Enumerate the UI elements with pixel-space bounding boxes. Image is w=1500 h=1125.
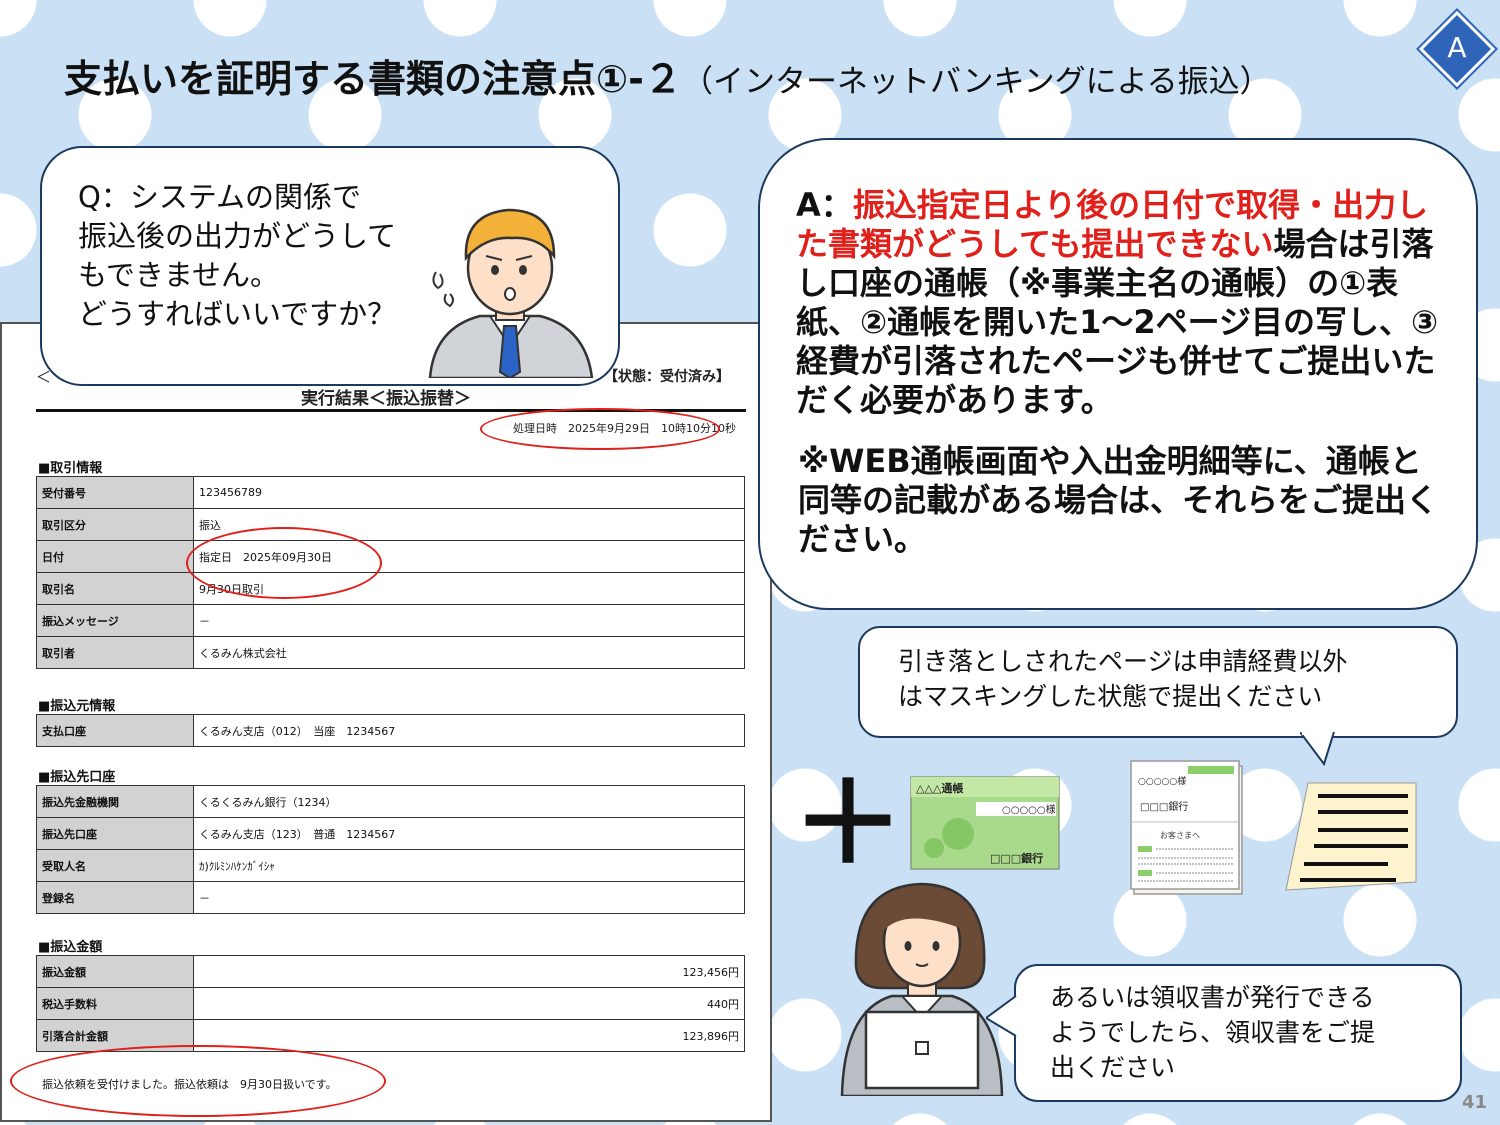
footer-message-highlight (10, 1045, 386, 1117)
question-line: Q：システムの関係で (78, 180, 361, 214)
document-title: 実行結果＜振込振替＞ (301, 389, 471, 409)
passbook-title: △△△通帳 (916, 781, 963, 795)
row-value: くるみん支店（012） 当座 1234567 (193, 714, 745, 747)
row-key: 取引者 (36, 636, 194, 669)
slide-title-sub: （インターネットバンキングによる振込） (681, 64, 1271, 100)
row-key: 取引区分 (36, 508, 194, 541)
destination-account-table: 振込先金融機関 くるくるみん銀行（1234） 振込先口座 くるみん支店（123） 普… (36, 785, 745, 914)
passbook-open-illustration: ○○○○○様 □□□銀行 お客さまへ (1130, 760, 1243, 895)
row-value: 123,456円 (193, 955, 745, 988)
receipt-note-line: あるいは領収書が発行できる (1050, 983, 1375, 1012)
answer-text: A：振込指定日より後の日付で取得・出力した書類がどうしても提出できない場合は引落… (796, 186, 1446, 420)
worried-man-illustration (428, 208, 594, 378)
masking-note-line: 引き落としされたページは申請経費以外 (898, 647, 1348, 676)
document-status: 【状態：受付済み】 (604, 369, 730, 385)
table-row: 振込メッセージ－ (36, 604, 745, 637)
passbook-bank: □□□銀行 (990, 851, 1043, 865)
row-key: 振込先金融機関 (36, 785, 194, 818)
receipt-note-line: ようでしたら、領収書をご提 (1050, 1018, 1376, 1047)
table-row: 税込手数料 440円 (36, 987, 745, 1020)
question-line: どうすればいいですか？ (78, 297, 397, 331)
table-row: 取引名 9月30日取引 (36, 572, 745, 605)
amount-table: 振込金額 123,456円 税込手数料 440円 引落合計金額 123,896円 (36, 955, 745, 1052)
receipt-note-line: 出ください (1050, 1053, 1176, 1082)
row-value: 123456789 (193, 476, 745, 509)
row-key: 受付番号 (36, 476, 194, 509)
row-key: 支払口座 (36, 714, 194, 747)
answer-prefix: A： (796, 186, 853, 224)
masking-note-text: 引き落としされたページは申請経費以外 はマスキングした状態で提出ください (898, 644, 1348, 714)
table-row: 支払口座 くるみん支店（012） 当座 1234567 (36, 714, 745, 747)
question-text: Q：システムの関係で 振込後の出力がどうして もできません。 どうすればいいです… (78, 178, 396, 334)
slide-title-main: 支払いを証明する書類の注意点①-２ (64, 57, 682, 101)
question-line: もできません。 (78, 258, 279, 292)
table-row: 振込金額 123,456円 (36, 955, 745, 988)
row-key: 日付 (36, 540, 194, 573)
open-passbook-holder: ○○○○○様 (1138, 775, 1186, 787)
question-line: 振込後の出力がどうして (78, 219, 397, 253)
section-heading: ■振込金額 (38, 940, 103, 955)
table-row: 登録名－ (36, 881, 745, 914)
row-key: 税込手数料 (36, 987, 194, 1020)
section-heading: ■振込先口座 (38, 770, 116, 785)
masking-note-line: はマスキングした状態で提出ください (898, 682, 1323, 711)
row-value: くるみん株式会社 (193, 636, 745, 669)
row-value: － (193, 604, 745, 637)
section-heading: ■振込元情報 (38, 699, 116, 714)
page-number: 41 (1462, 1092, 1488, 1113)
slide-title: 支払いを証明する書類の注意点①-２（インターネットバンキングによる振込） (64, 48, 1424, 108)
row-value: 123,896円 (193, 1019, 745, 1052)
row-key: 取引名 (36, 572, 194, 605)
row-key: 登録名 (36, 881, 194, 914)
processed-date-highlight (480, 408, 720, 450)
table-row: 日付 指定日 2025年09月30日 (36, 540, 745, 573)
row-key: 振込メッセージ (36, 604, 194, 637)
row-value: 440円 (193, 987, 745, 1020)
plus-sign: ＋ (792, 759, 904, 889)
row-value: くるくるみん銀行（1234） (193, 785, 745, 818)
woman-laptop-illustration (840, 882, 1004, 1096)
answer-badge-label: A (1447, 31, 1467, 64)
open-passbook-bank: □□□銀行 (1140, 800, 1188, 813)
row-value: ｶ)ｸﾙﾐﾝﾊｹﾝｶﾞｲｼｬ (193, 849, 745, 882)
passbook-cover-illustration: △△△通帳 ○○○○○様 □□□銀行 (910, 776, 1060, 870)
row-key: 振込金額 (36, 955, 194, 988)
masked-page-illustration (1285, 782, 1417, 891)
receipt-note-text: あるいは領収書が発行できる ようでしたら、領収書をご提 出ください (1050, 980, 1375, 1085)
row-key: 受取人名 (36, 849, 194, 882)
table-row: 振込先口座 くるみん支店（123） 普通 1234567 (36, 817, 745, 850)
row-value: － (193, 881, 745, 914)
row-key: 振込先口座 (36, 817, 194, 850)
designated-date-highlight (186, 527, 382, 599)
table-row: 取引区分 振込 (36, 508, 745, 541)
source-account-table: 支払口座 くるみん支店（012） 当座 1234567 (36, 714, 745, 747)
open-passbook-greeting: お客さまへ (1160, 830, 1200, 840)
row-value: くるみん支店（123） 普通 1234567 (193, 817, 745, 850)
section-heading: ■取引情報 (38, 461, 103, 476)
table-row: 受取人名 ｶ)ｸﾙﾐﾝﾊｹﾝｶﾞｲｼｬ (36, 849, 745, 882)
table-row: 受付番号 123456789 (36, 476, 745, 509)
passbook-holder: ○○○○○様 (1002, 803, 1056, 816)
answer-note: ※WEB通帳画面や入出金明細等に、通帳と同等の記載がある場合は、それらをご提出く… (798, 442, 1439, 558)
transaction-info-table: 受付番号 123456789 取引区分 振込 日付 指定日 2025年09月30日 取… (36, 476, 745, 669)
table-row: 振込先金融機関 くるくるみん銀行（1234） (36, 785, 745, 818)
slide: 支払いを証明する書類の注意点①-２（インターネットバンキングによる振込） A ＜… (0, 0, 1500, 1125)
table-row: 取引者 くるみん株式会社 (36, 636, 745, 669)
masking-note-tail (1300, 732, 1335, 766)
